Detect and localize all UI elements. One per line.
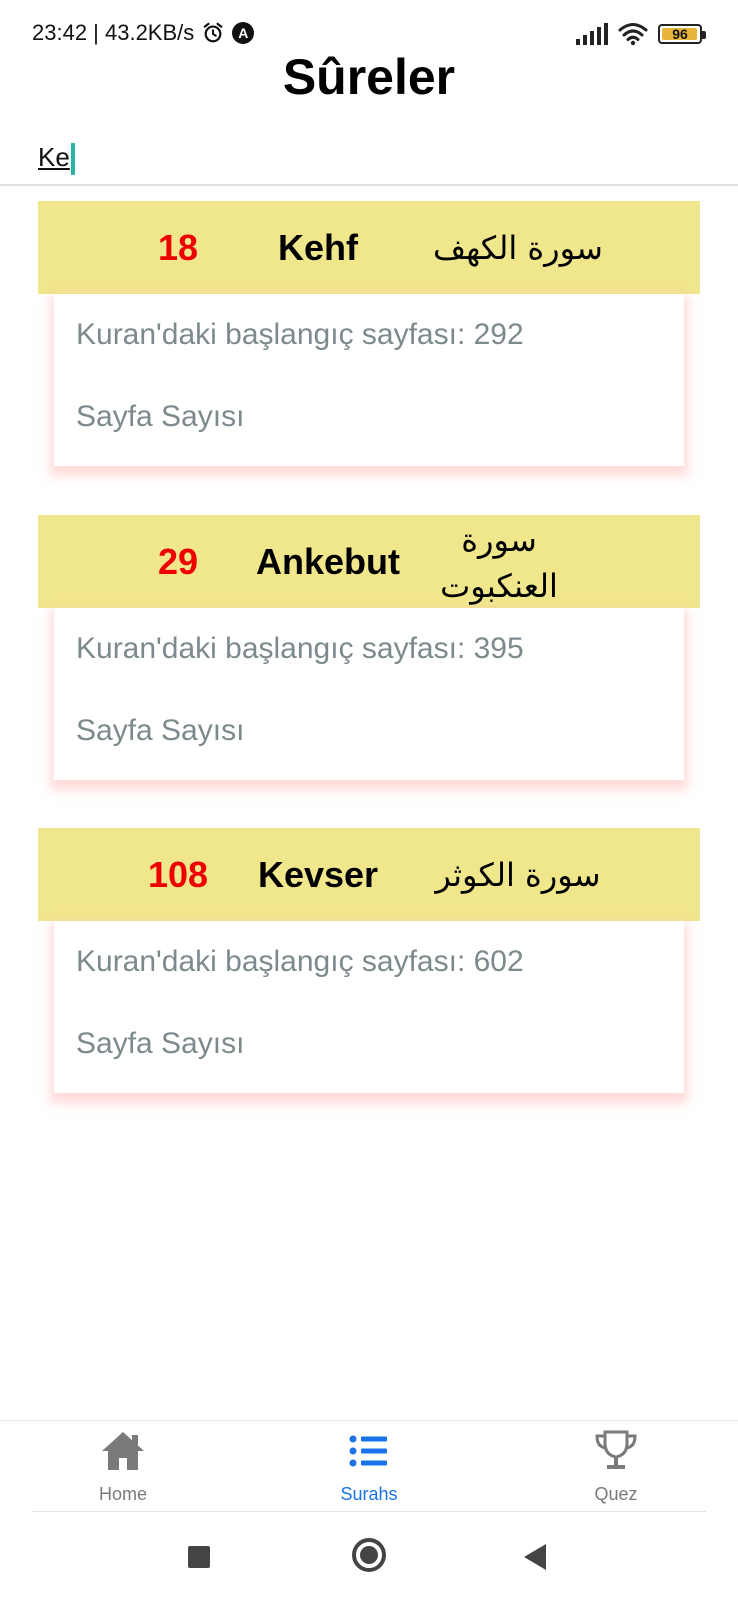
battery-icon: 96 [658, 24, 706, 44]
trophy-icon [595, 1430, 637, 1469]
alarm-icon [203, 22, 223, 43]
notification-app-icon: A [232, 22, 255, 44]
surah-card-header[interactable]: 29 Ankebut سورة العنكبوت [38, 515, 700, 608]
recents-button[interactable] [188, 1546, 210, 1568]
text-caret [70, 143, 75, 176]
bottom-nav: Home Surahs Quez [0, 1420, 738, 1513]
surah-name: Ankebut [256, 541, 400, 582]
nav-bottom-line [32, 1511, 706, 1512]
surah-arabic-name: سورة الكوثر [435, 856, 601, 894]
surah-start-page: Kuran'daki başlangıç sayfası: 602 [76, 945, 524, 978]
page-title: Sûreler [282, 49, 456, 105]
surah-start-page: Kuran'daki başlangıç sayfası: 395 [76, 632, 524, 665]
surah-name: Kehf [278, 227, 358, 268]
home-button[interactable] [352, 1538, 386, 1572]
surah-card-body: Kuran'daki başlangıç sayfası: 602 Sayfa … [54, 921, 684, 1093]
notification-app-letter: A [238, 25, 249, 41]
surah-name: Kevser [257, 854, 379, 895]
surah-page-count: Sayfa Sayısı [76, 400, 245, 433]
system-nav-bar [0, 1520, 738, 1600]
status-left: 23:42 | 43.2KB/s A [32, 20, 255, 46]
battery-percent: 96 [672, 26, 688, 42]
surah-number: 29 [157, 541, 199, 582]
back-button[interactable] [524, 1544, 546, 1570]
nav-item-quiz[interactable]: Quez [546, 1429, 686, 1505]
list-icon [349, 1435, 387, 1467]
surah-page-count: Sayfa Sayısı [76, 1027, 245, 1060]
search-input[interactable]: Ke [38, 142, 638, 178]
surah-card-header[interactable]: 108 Kevser سورة الكوثر [38, 828, 700, 921]
status-right: 96 [574, 22, 706, 46]
surah-card-header[interactable]: 18 Kehf سورة الكهف [38, 201, 700, 294]
surah-number: 18 [157, 227, 199, 268]
search-input-value[interactable]: Ke [38, 142, 70, 172]
surah-card-body: Kuran'daki başlangıç sayfası: 395 Sayfa … [54, 608, 684, 780]
nav-label-home: Home [98, 1484, 147, 1504]
home-icon [102, 1432, 144, 1470]
surah-number: 108 [147, 854, 209, 895]
nav-label-quiz: Quez [594, 1484, 638, 1504]
status-time-speed: 23:42 | 43.2KB/s [32, 20, 195, 45]
surah-page-count: Sayfa Sayısı [76, 714, 245, 747]
signal-icon [576, 23, 608, 45]
search-divider [0, 184, 738, 186]
surah-card[interactable]: 108 Kevser سورة الكوثر Kuran'daki başlan… [38, 828, 700, 1093]
nav-item-home[interactable]: Home [53, 1429, 193, 1505]
surah-card[interactable]: 18 Kehf سورة الكهف Kuran'daki başlangıç … [38, 201, 700, 466]
wifi-icon [618, 23, 648, 46]
surah-card[interactable]: 29 Ankebut سورة العنكبوت Kuran'daki başl… [38, 515, 700, 780]
surah-arabic-name: سورة الكهف [433, 229, 603, 267]
nav-item-surahs[interactable]: Surahs [299, 1429, 439, 1505]
nav-label-surahs: Surahs [340, 1484, 398, 1504]
surah-start-page: Kuran'daki başlangıç sayfası: 292 [76, 318, 524, 351]
surah-arabic-name: سورة العنكبوت [440, 521, 558, 605]
surah-card-body: Kuran'daki başlangıç sayfası: 292 Sayfa … [54, 294, 684, 466]
